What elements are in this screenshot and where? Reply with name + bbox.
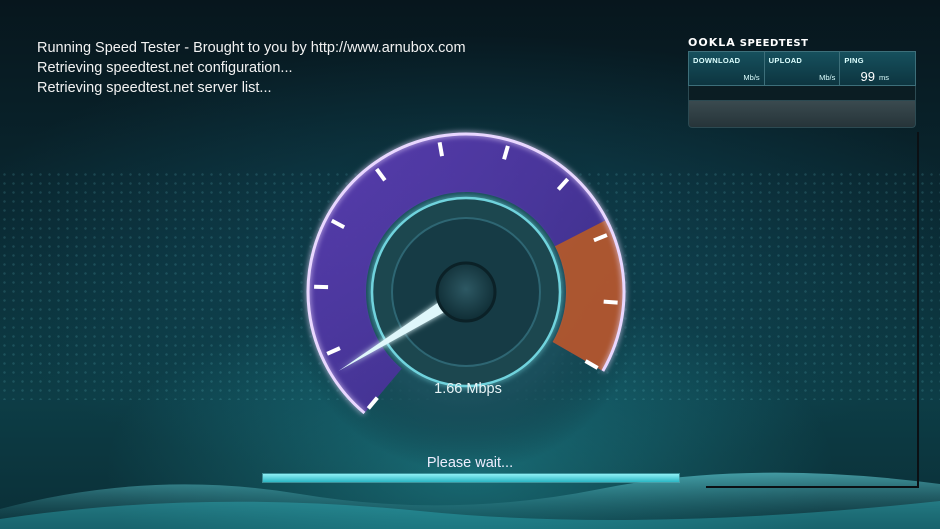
please-wait-text: Please wait... — [426, 455, 514, 471]
gauge-tick — [603, 299, 618, 305]
progress-bar-fill — [263, 474, 679, 482]
speed-gauge — [286, 112, 646, 472]
progress-bar — [262, 473, 680, 483]
gauge-tick — [437, 141, 445, 157]
speed-readout: 1.66 Mbps — [434, 381, 502, 397]
gauge-hub — [435, 261, 497, 323]
